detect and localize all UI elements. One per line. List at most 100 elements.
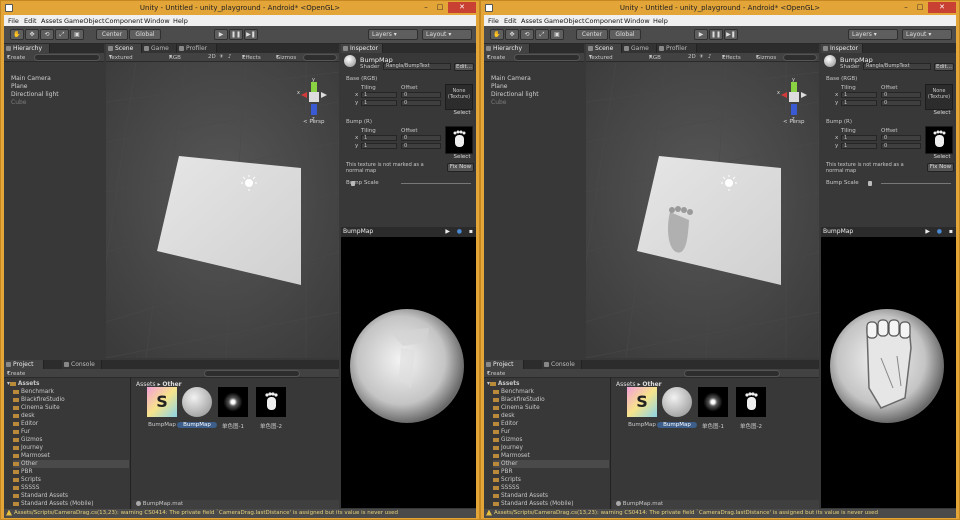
- edit-shader-button[interactable]: Edit...: [454, 63, 474, 71]
- tab-console[interactable]: Console: [62, 360, 102, 369]
- tree-folder-journey[interactable]: Journey: [493, 444, 609, 452]
- tree-folder-fur[interactable]: Fur: [13, 428, 129, 436]
- layers-dropdown[interactable]: Layers ▾: [848, 29, 898, 40]
- pivot-global-button[interactable]: Global: [609, 29, 641, 40]
- render-mode-dropdown[interactable]: RGB ▾: [169, 54, 181, 61]
- material-preview-sphere[interactable]: [341, 238, 476, 508]
- move-tool-button[interactable]: ✥: [25, 29, 39, 40]
- audio-toggle-icon[interactable]: ♪: [228, 54, 232, 60]
- asset-name[interactable]: 单色图-1: [693, 422, 733, 430]
- hierarchy-item-cube[interactable]: Cube: [11, 99, 27, 106]
- scene-viewport[interactable]: y x z: [586, 62, 819, 358]
- pivot-global-button[interactable]: Global: [129, 29, 161, 40]
- asset-name[interactable]: BumpMap: [142, 422, 182, 428]
- tree-folder-other[interactable]: Other: [13, 460, 129, 468]
- tab-inspector[interactable]: Inspector: [341, 44, 383, 53]
- hierarchy-item-plane[interactable]: Plane: [11, 83, 27, 90]
- menu-assets[interactable]: Assets: [41, 17, 62, 25]
- tree-folder-other[interactable]: Other: [493, 460, 609, 468]
- hierarchy-item-directional-light[interactable]: Directional light: [491, 91, 539, 98]
- menu-edit[interactable]: Edit: [24, 17, 37, 25]
- edit-shader-button[interactable]: Edit...: [934, 63, 954, 71]
- tree-folder-desk[interactable]: desk: [13, 412, 129, 420]
- tree-folder-benchmark[interactable]: Benchmark: [13, 388, 129, 396]
- menu-help[interactable]: Help: [173, 17, 188, 25]
- bump-texture-slot[interactable]: [445, 126, 473, 154]
- menu-window[interactable]: Window: [624, 17, 650, 25]
- tree-folder-cinema-suite[interactable]: Cinema Suite: [493, 404, 609, 412]
- project-splitter[interactable]: [130, 378, 131, 509]
- base-offset-x-field[interactable]: 0: [401, 92, 441, 98]
- status-bar[interactable]: Assets/Scripts/CameraDrag.cs(13,23): war…: [484, 509, 956, 518]
- title-bar[interactable]: Unity - Untitled - unity_playground - An…: [1, 1, 479, 15]
- gizmos-dropdown[interactable]: Gizmos ▾: [756, 54, 776, 61]
- tree-folder-blackfirestudio[interactable]: BlackfireStudio: [13, 396, 129, 404]
- preview-play-icon[interactable]: ▶: [445, 227, 450, 237]
- bump-tiling-y-field[interactable]: 1: [361, 143, 397, 149]
- pause-button[interactable]: ❚❚: [229, 29, 243, 40]
- menu-file[interactable]: File: [488, 17, 499, 25]
- menu-assets[interactable]: Assets: [521, 17, 542, 25]
- menu-edit[interactable]: Edit: [504, 17, 517, 25]
- mode-2d-toggle[interactable]: 2D: [688, 54, 696, 60]
- asset-thumbnail-tex-foot[interactable]: [736, 387, 766, 417]
- move-tool-button[interactable]: ✥: [505, 29, 519, 40]
- rotate-tool-button[interactable]: ⟲: [520, 29, 534, 40]
- close-button[interactable]: ✕: [928, 2, 956, 13]
- asset-thumbnail-shader[interactable]: S: [147, 387, 177, 417]
- hierarchy-create-button[interactable]: Create ▾: [7, 54, 25, 61]
- menu-window[interactable]: Window: [144, 17, 170, 25]
- asset-name[interactable]: 单色图-1: [213, 422, 253, 430]
- asset-name[interactable]: BumpMap: [177, 422, 217, 428]
- tree-folder-pbr[interactable]: PBR: [493, 468, 609, 476]
- tree-folder-sssss[interactable]: SSSSS: [493, 484, 609, 492]
- preview-play-icon[interactable]: ▶: [925, 227, 930, 237]
- bump-offset-x-field[interactable]: 0: [881, 135, 921, 141]
- hierarchy-item-cube[interactable]: Cube: [491, 99, 507, 106]
- bump-select-button[interactable]: Select: [451, 154, 473, 161]
- hierarchy-search-input[interactable]: [514, 54, 580, 61]
- tree-folder-blackfirestudio[interactable]: BlackfireStudio: [493, 396, 609, 404]
- tree-folder-sssss[interactable]: SSSSS: [13, 484, 129, 492]
- base-tiling-x-field[interactable]: 1: [361, 92, 397, 98]
- tab-hierarchy[interactable]: Hierarchy: [484, 44, 530, 53]
- tab-game[interactable]: Game: [622, 44, 657, 53]
- base-tiling-x-field[interactable]: 1: [841, 92, 877, 98]
- preview-options-icon[interactable]: ▪: [949, 227, 953, 237]
- tree-folder-benchmark[interactable]: Benchmark: [493, 388, 609, 396]
- tab-scene[interactable]: Scene: [586, 44, 622, 53]
- menu-gameobject[interactable]: GameObject: [64, 17, 105, 25]
- menu-component[interactable]: Component: [585, 17, 623, 25]
- tree-folder-scripts[interactable]: Scripts: [493, 476, 609, 484]
- persp-label[interactable]: < Persp: [783, 119, 804, 125]
- pivot-center-button[interactable]: Center: [96, 29, 128, 40]
- project-create-button[interactable]: Create ▾: [487, 370, 505, 377]
- tree-folder-cinema-suite[interactable]: Cinema Suite: [13, 404, 129, 412]
- lighting-toggle-icon[interactable]: ☀: [699, 54, 704, 60]
- bump-select-button[interactable]: Select: [931, 154, 953, 161]
- minimize-button[interactable]: –: [899, 2, 913, 13]
- project-create-button[interactable]: Create ▾: [7, 370, 25, 377]
- tab-project[interactable]: Project: [484, 360, 524, 369]
- tree-folder-journey[interactable]: Journey: [13, 444, 129, 452]
- shader-dropdown[interactable]: Rangla/BumpText: [383, 63, 451, 70]
- menu-help[interactable]: Help: [653, 17, 668, 25]
- bump-tiling-x-field[interactable]: 1: [841, 135, 877, 141]
- asset-thumbnail-shader[interactable]: S: [627, 387, 657, 417]
- gizmos-dropdown[interactable]: Gizmos ▾: [276, 54, 296, 61]
- tab-project[interactable]: Project: [4, 360, 44, 369]
- tab-console[interactable]: Console: [542, 360, 582, 369]
- rect-tool-button[interactable]: ▣: [70, 29, 84, 40]
- fix-now-button[interactable]: Fix Now: [927, 163, 954, 172]
- menu-gameobject[interactable]: GameObject: [544, 17, 585, 25]
- bump-scale-slider-track[interactable]: [881, 183, 951, 184]
- tree-folder-marmoset[interactable]: Marmoset: [13, 452, 129, 460]
- tree-folder-gizmos[interactable]: Gizmos: [13, 436, 129, 444]
- bump-tiling-x-field[interactable]: 1: [361, 135, 397, 141]
- scene-search-input[interactable]: [783, 54, 817, 61]
- step-button[interactable]: ▶❚: [244, 29, 258, 40]
- project-search-input[interactable]: [204, 370, 300, 377]
- bump-offset-y-field[interactable]: 0: [401, 143, 441, 149]
- hierarchy-item-main-camera[interactable]: Main Camera: [491, 75, 531, 82]
- asset-thumbnail-material[interactable]: [662, 387, 692, 417]
